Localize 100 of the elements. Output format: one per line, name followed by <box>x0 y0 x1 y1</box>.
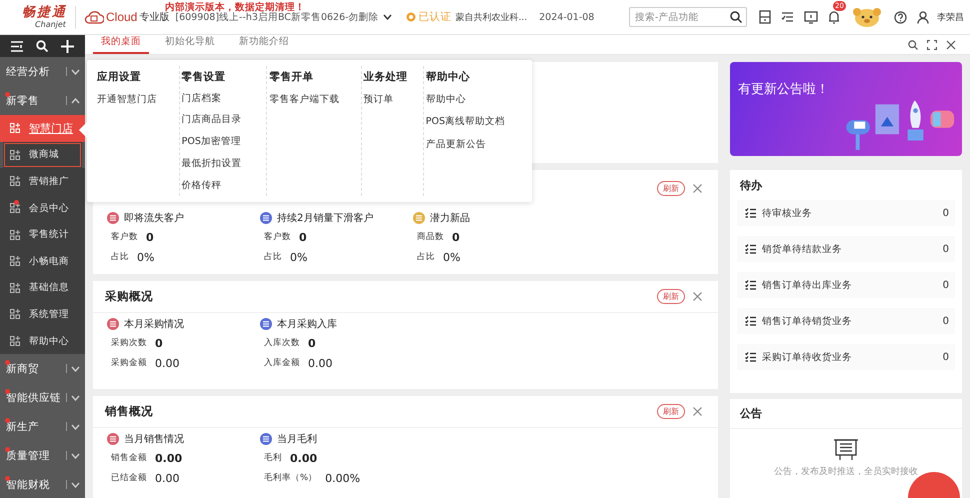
checklist-icon <box>745 244 756 254</box>
plus-icon[interactable] <box>61 40 74 52</box>
refresh-button[interactable]: 刷新 <box>657 289 685 304</box>
menu-item[interactable]: POS加密管理 <box>182 130 262 153</box>
metric-value: 0.00 <box>290 452 318 464</box>
metric-value: 0.00 <box>155 452 182 464</box>
search-field[interactable]: 搜索-产品功能 <box>629 7 747 27</box>
notice-board-icon <box>833 437 859 461</box>
todo-count: 0 <box>942 352 949 362</box>
close-icon[interactable] <box>946 40 956 50</box>
metric-title: 潜力新品 <box>430 212 470 225</box>
apps-icon <box>10 230 20 240</box>
metric-title: 持续2月销量下滑客户 <box>277 212 374 225</box>
help-icon[interactable] <box>894 10 907 24</box>
badge-icon <box>406 12 416 22</box>
account-selector[interactable]: [609908]线上--h3启用BC新零售0626-勿删除 <box>175 10 392 24</box>
menu-heading: 应用设置 <box>97 70 142 85</box>
menu-heading: 零售设置 <box>182 70 227 85</box>
menu-item[interactable]: 最低折扣设置 <box>182 152 262 174</box>
todo-count: 0 <box>942 208 949 218</box>
tab[interactable]: 我的桌面 <box>93 35 149 54</box>
metric-title: 本月采购入库 <box>277 318 337 331</box>
sidebar-item[interactable]: 微商城 <box>3 142 82 168</box>
metric-label: 商品数 <box>417 231 444 243</box>
user-name[interactable]: 李荣昌 <box>937 10 964 24</box>
menu-item[interactable]: POS离线帮助文档 <box>426 110 528 133</box>
menu-item[interactable]: 门店档案 <box>182 87 262 110</box>
menu-item[interactable]: 预订单 <box>364 88 419 110</box>
menu-item[interactable]: 零售客户端下载 <box>269 88 357 110</box>
todo-count: 0 <box>942 244 949 254</box>
menu-item[interactable]: 价格传秤 <box>182 174 262 196</box>
chevron-down-icon <box>382 14 392 20</box>
cloud-icon <box>84 9 104 25</box>
product-name: Cloud <box>106 10 138 24</box>
metric-value: 0 <box>452 230 460 244</box>
metric-value: 0 <box>308 336 316 350</box>
company-name: 蒙自共利农业科... <box>456 12 528 24</box>
metric-label: 销售金额 <box>111 452 147 464</box>
bell-icon[interactable] <box>828 10 840 24</box>
search-icon[interactable] <box>36 40 48 52</box>
menu-item[interactable]: 产品更新公告 <box>426 133 528 156</box>
close-icon[interactable] <box>693 407 702 416</box>
metric-label: 毛利率（%） <box>264 472 318 484</box>
todo-count: 0 <box>942 280 949 290</box>
metric-value: 0 <box>155 336 163 350</box>
checklist-icon <box>745 352 756 362</box>
metric-value: 0 <box>146 230 154 244</box>
metric-value: 0.00 <box>155 472 180 484</box>
monitor-icon[interactable] <box>804 10 818 24</box>
metric-title: 当月毛利 <box>277 432 317 446</box>
sidebar-item[interactable]: 会员中心 <box>0 194 85 222</box>
checklist-icon[interactable] <box>781 11 794 23</box>
tab[interactable]: 新功能介绍 <box>231 35 297 54</box>
metric-label: 占比 <box>111 251 129 263</box>
sidebar-item[interactable]: 营销推广 <box>0 168 85 195</box>
metric-value: 0% <box>443 250 460 264</box>
todo-item[interactable]: 销售订单待出库业务 0 <box>737 272 955 298</box>
metric-title: 即将流失客户 <box>124 212 184 225</box>
search-icon[interactable] <box>730 11 742 23</box>
sidebar-item[interactable]: 小畅电商 <box>0 248 85 275</box>
metric-title: 当月销售情况 <box>124 432 184 446</box>
checklist-icon <box>745 208 756 218</box>
metric-label: 采购金额 <box>111 357 147 369</box>
fullscreen-icon[interactable] <box>927 40 937 50</box>
close-icon[interactable] <box>693 292 702 301</box>
todo-item[interactable]: 销货单待结款业务 0 <box>737 236 955 262</box>
todo-item[interactable]: 采购订单待收货业务 0 <box>737 344 955 370</box>
announcement-banner[interactable]: 有更新公告啦！ <box>730 62 962 156</box>
menu-item[interactable]: 开通智慧门店 <box>97 88 175 110</box>
metric-label: 毛利 <box>264 452 282 464</box>
sidebar-item[interactable]: 零售统计 <box>0 221 85 248</box>
user-icon[interactable] <box>917 10 929 24</box>
close-icon[interactable] <box>693 184 702 193</box>
mascot-drawing <box>850 6 884 28</box>
card-title: 公告 <box>730 399 962 429</box>
metric-title: 本月采购情况 <box>124 318 184 331</box>
menu-heading: 零售开单 <box>269 70 314 85</box>
refresh-button[interactable]: 刷新 <box>657 181 685 196</box>
sidebar-item[interactable]: 基础信息 <box>0 274 85 302</box>
card-title: 销售概况 <box>105 404 153 419</box>
todo-count: 0 <box>942 316 949 326</box>
todo-item[interactable]: 销售订单待销货业务 0 <box>737 308 955 334</box>
menu-item[interactable]: 门店商品目录 <box>182 109 262 131</box>
metric-value: 0% <box>290 250 308 264</box>
card-title: 采购概况 <box>105 289 153 304</box>
tab[interactable]: 初始化导航 <box>157 35 223 54</box>
checklist-icon <box>745 280 756 290</box>
sidebar-item[interactable]: 帮助中心 <box>0 328 85 354</box>
metric-label: 采购次数 <box>111 337 147 349</box>
metric-label: 客户数 <box>111 231 138 243</box>
refresh-button[interactable]: 刷新 <box>657 404 685 419</box>
search-icon[interactable] <box>908 40 918 50</box>
todo-item[interactable]: 待审核业务 0 <box>737 200 955 226</box>
calculator-icon[interactable] <box>759 10 771 24</box>
sidebar-item[interactable]: 系统管理 <box>0 301 85 328</box>
menu-item[interactable]: 帮助中心 <box>426 88 528 110</box>
menu-icon[interactable] <box>10 40 23 52</box>
demo-notice: 内部演示版本，数据定期清理！ <box>165 1 305 13</box>
metric-value: 0% <box>137 250 154 264</box>
metric-label: 占比 <box>264 251 282 263</box>
